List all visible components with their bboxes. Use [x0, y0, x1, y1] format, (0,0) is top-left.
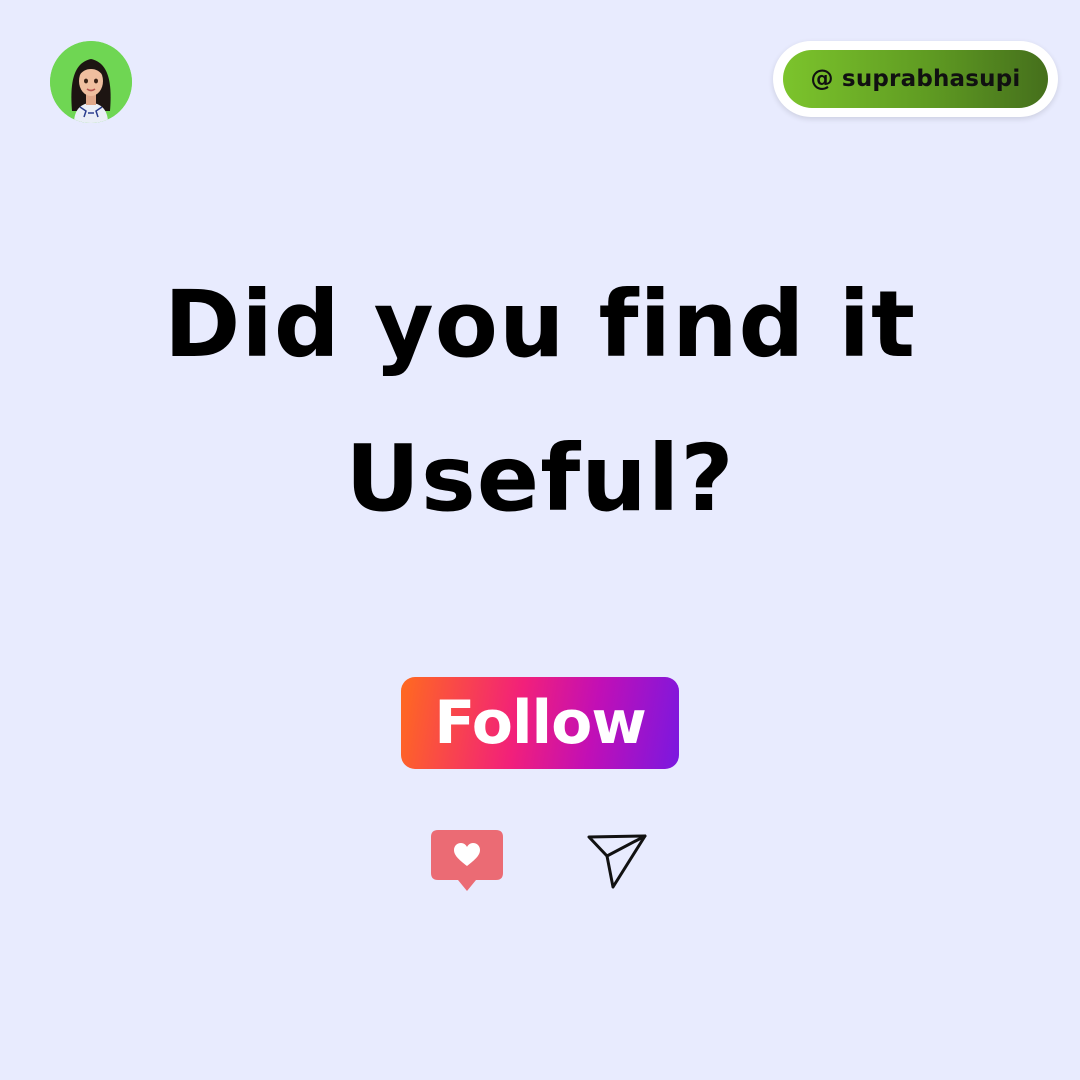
username-label: @ suprabhasupi: [783, 50, 1048, 108]
headline: Did you find it Useful?: [0, 248, 1080, 556]
headline-line-1: Did you find it: [164, 271, 916, 378]
heart-notification-icon[interactable]: [430, 829, 504, 895]
avatar-icon: [50, 41, 132, 123]
headline-line-2: Useful?: [345, 425, 735, 532]
paper-plane-icon[interactable]: [585, 832, 649, 890]
avatar[interactable]: [50, 41, 132, 123]
username-badge[interactable]: @ suprabhasupi: [773, 41, 1058, 117]
follow-button[interactable]: Follow: [401, 677, 679, 769]
